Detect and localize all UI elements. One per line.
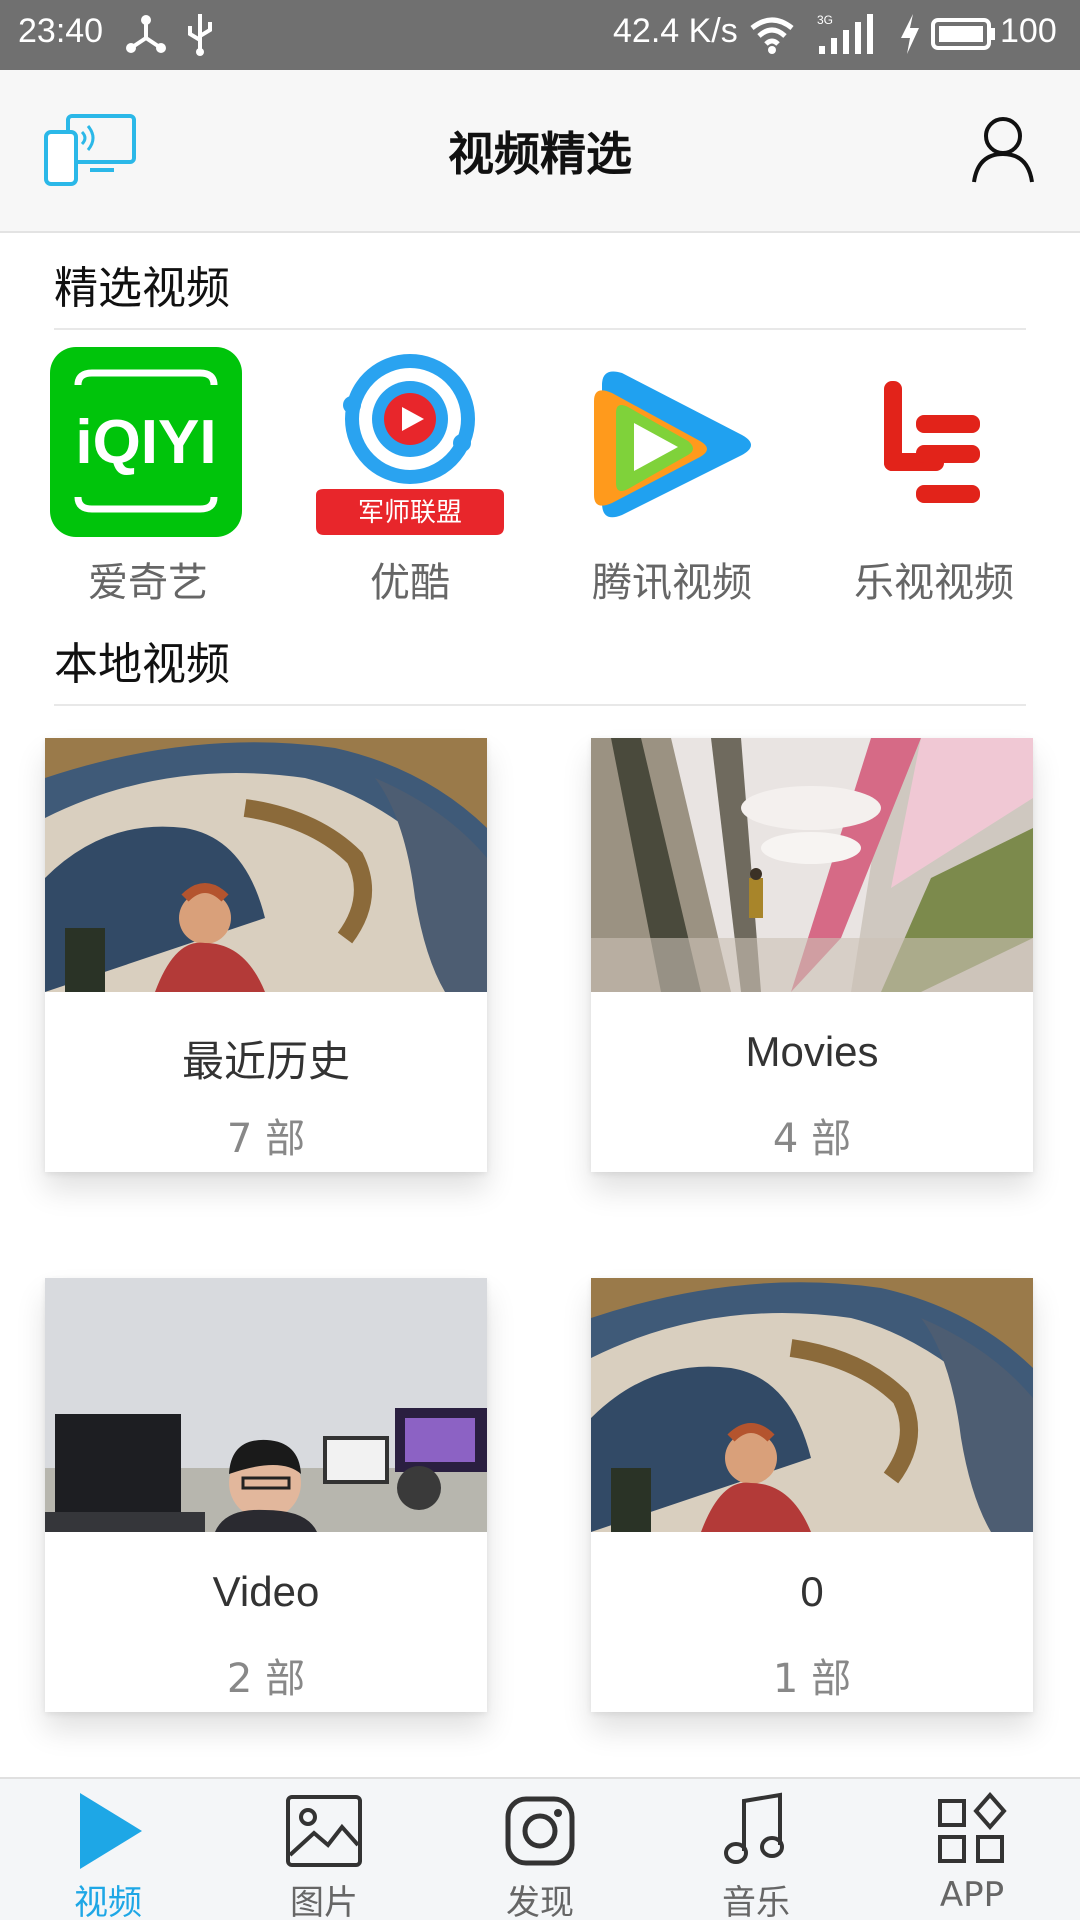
wifi-icon xyxy=(750,17,794,54)
featured-app-tencent[interactable]: 腾讯视频 xyxy=(572,345,772,606)
iqiyi-logo: iQIYI xyxy=(50,347,242,537)
nav-tab-label: 发现 xyxy=(506,1883,574,1920)
camera-icon xyxy=(505,1796,575,1866)
iqiyi-logo-text: iQIYI xyxy=(75,408,216,477)
bottom-nav: 视频 图片 发现 音乐 APP xyxy=(0,1777,1080,1920)
app-grid-icon xyxy=(938,1791,1007,1863)
status-bar: 23:40 42.4 K/s 3G 100 xyxy=(0,0,1080,70)
nav-tab-app[interactable]: APP xyxy=(864,1779,1080,1920)
network-speed: 42.4 K/s xyxy=(613,12,738,50)
featured-app-label: 腾讯视频 xyxy=(592,560,752,606)
nav-tab-label: 图片 xyxy=(290,1883,358,1920)
tencent-video-logo xyxy=(594,371,751,518)
play-icon xyxy=(80,1793,142,1869)
nav-tab-images[interactable]: 图片 xyxy=(216,1779,432,1920)
folder-thumbnail xyxy=(591,738,1033,992)
usb-icon xyxy=(188,14,212,56)
featured-divider xyxy=(54,328,1026,330)
folder-name: 0 xyxy=(800,1568,824,1615)
folder-thumbnail xyxy=(45,1278,487,1532)
status-time: 23:40 xyxy=(18,12,104,50)
nav-tab-label: APP xyxy=(939,1875,1005,1915)
letv-logo xyxy=(884,381,980,503)
nav-tab-video[interactable]: 视频 xyxy=(0,1779,216,1920)
user-icon[interactable] xyxy=(970,114,1036,184)
nav-tab-discover[interactable]: 发现 xyxy=(432,1779,648,1920)
nav-tab-label: 音乐 xyxy=(722,1883,790,1920)
local-heading: 本地视频 xyxy=(54,639,230,690)
featured-app-youku[interactable]: 军师联盟 优酷 xyxy=(310,345,510,606)
nav-tab-music[interactable]: 音乐 xyxy=(648,1779,864,1920)
folder-name: Movies xyxy=(745,1028,879,1075)
featured-app-letv[interactable]: 乐视视频 xyxy=(834,345,1034,606)
folder-name: 最近历史 xyxy=(181,1038,350,1085)
signal-icon: 3G xyxy=(817,13,873,54)
folder-count: 1 部 xyxy=(772,1656,852,1702)
featured-app-label: 爱奇艺 xyxy=(88,560,208,606)
youku-banner-text: 军师联盟 xyxy=(358,498,462,528)
folder-name: Video xyxy=(212,1568,320,1615)
featured-app-label: 乐视视频 xyxy=(854,560,1014,606)
featured-heading: 精选视频 xyxy=(54,263,230,314)
charging-icon xyxy=(901,14,919,54)
featured-app-iqiyi[interactable]: iQIYI 爱奇艺 xyxy=(48,345,248,606)
local-divider xyxy=(54,704,1026,706)
app-header: 视频精选 xyxy=(0,70,1080,233)
folder-card-0[interactable]: 0 1 部 xyxy=(591,1278,1033,1712)
featured-app-label: 优酷 xyxy=(370,560,450,606)
folder-card-video[interactable]: Video 2 部 xyxy=(45,1278,487,1712)
folder-thumbnail xyxy=(591,1278,1033,1532)
page-title: 视频精选 xyxy=(448,127,632,181)
youku-logo: 军师联盟 xyxy=(316,354,504,535)
folder-card-history[interactable]: 最近历史 7 部 xyxy=(45,738,487,1172)
nav-tab-label: 视频 xyxy=(74,1883,142,1920)
battery-level: 100 xyxy=(1000,12,1057,50)
folder-thumbnail xyxy=(45,738,487,992)
folder-count: 7 部 xyxy=(226,1116,306,1162)
network-type: 3G xyxy=(817,13,833,27)
folder-count: 2 部 xyxy=(226,1656,306,1702)
music-note-icon xyxy=(724,1792,784,1864)
image-icon xyxy=(286,1795,362,1867)
battery-icon xyxy=(931,18,995,50)
folder-card-movies[interactable]: Movies 4 部 xyxy=(591,738,1033,1172)
share-icon xyxy=(126,15,166,53)
folder-count: 4 部 xyxy=(772,1116,852,1162)
